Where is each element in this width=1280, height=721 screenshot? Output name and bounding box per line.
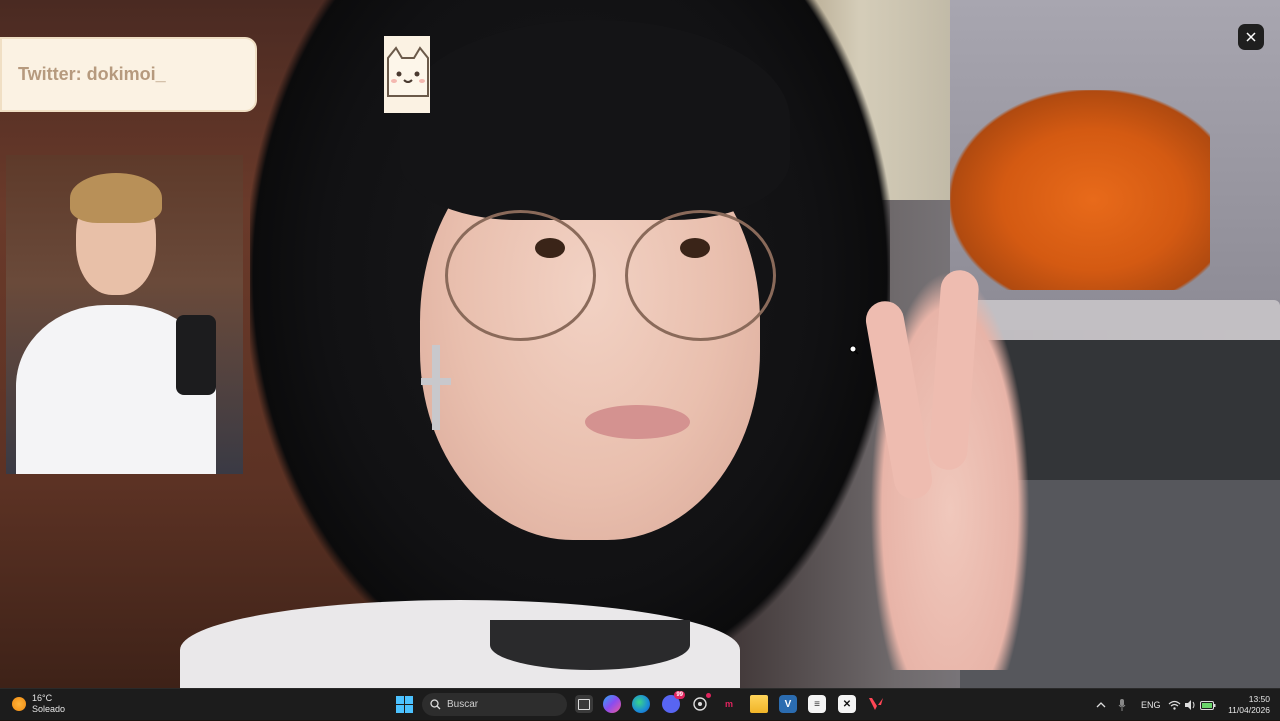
glasses-lens-right: [625, 210, 776, 341]
sun-icon: [12, 697, 26, 711]
app-red-icon[interactable]: m: [720, 695, 738, 713]
zoom-cursor-icon: [849, 345, 859, 355]
capcut-icon[interactable]: ✕: [838, 695, 856, 713]
twitter-handle-banner: Twitter: dokimoi_: [0, 37, 257, 112]
chatgpt-icon[interactable]: [691, 693, 711, 713]
battery-icon[interactable]: [1200, 689, 1216, 721]
visual-studio-icon[interactable]: V: [779, 695, 797, 713]
orange-plush-toy: [950, 90, 1210, 290]
edge-icon[interactable]: [632, 695, 650, 713]
file-explorer-icon[interactable]: [750, 695, 768, 713]
search-icon: [430, 699, 441, 710]
notepad-icon[interactable]: ≡: [808, 695, 826, 713]
person-bangs: [400, 20, 790, 220]
taskbar: 16°C Soleado Buscar 99 m V ≡ ✕ ENG 13:50…: [0, 688, 1280, 720]
close-icon: [1246, 32, 1256, 42]
cross-earring: [432, 345, 440, 430]
clock-time: 13:50: [1248, 694, 1270, 704]
cat-sticker-icon: [384, 36, 430, 113]
discord-icon[interactable]: 99: [662, 691, 685, 713]
volume-icon[interactable]: [1184, 689, 1196, 721]
weather-widget[interactable]: 16°C Soleado: [12, 693, 65, 715]
clock-date: 11/04/2026: [1228, 705, 1270, 715]
copilot-icon[interactable]: [603, 695, 621, 713]
weather-desc: Soleado: [32, 704, 66, 714]
clock[interactable]: 13:50 11/04/2026: [1222, 694, 1270, 716]
close-button[interactable]: [1238, 24, 1264, 50]
microphone: [176, 315, 216, 395]
wifi-icon[interactable]: [1168, 689, 1181, 721]
streamer-hair: [70, 173, 162, 223]
language-label: ENG: [1141, 700, 1161, 710]
webcam-overlay: [6, 155, 243, 474]
chevron-up-icon: [1096, 702, 1106, 708]
shirt-collar: [490, 620, 690, 670]
tray-overflow-button[interactable]: [1096, 689, 1106, 721]
twitter-handle-text: Twitter: dokimoi_: [18, 64, 166, 84]
discord-badge: 99: [674, 691, 685, 699]
task-view-icon[interactable]: [575, 695, 593, 713]
language-indicator[interactable]: ENG: [1141, 689, 1161, 721]
taskbar-search-box[interactable]: Buscar: [422, 693, 567, 716]
windows-start-icon[interactable]: [396, 696, 413, 713]
valorant-icon[interactable]: [867, 695, 885, 713]
glasses-lens-left: [445, 210, 596, 341]
search-placeholder: Buscar: [447, 699, 479, 710]
cross-earring-bar: [421, 378, 451, 385]
person-lips: [585, 405, 690, 439]
microphone-tray-icon[interactable]: [1118, 689, 1126, 721]
weather-temp: 16°C: [32, 693, 53, 703]
